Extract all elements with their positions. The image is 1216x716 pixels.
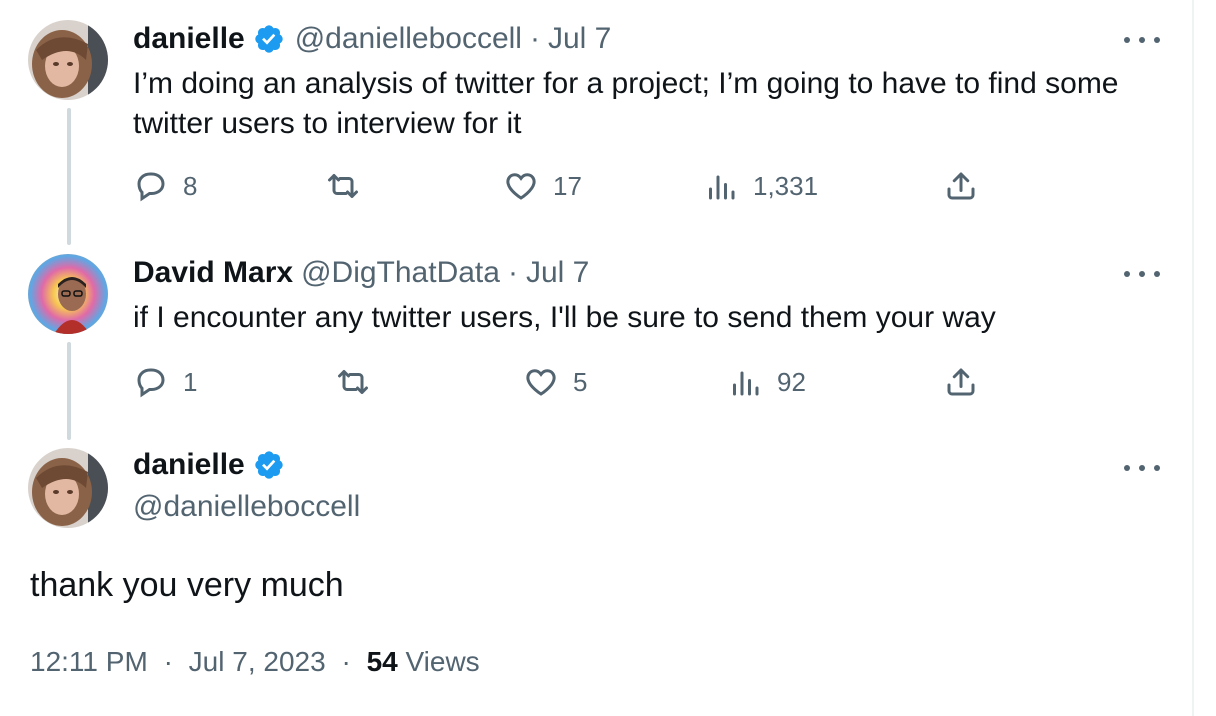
share-button[interactable] xyxy=(943,364,979,400)
retweet-button[interactable] xyxy=(325,168,361,204)
tweet-text: if I encounter any twitter users, I'll b… xyxy=(133,301,996,334)
tweet-meta: 12:11 PM · Jul 7, 2023 · 54 Views xyxy=(30,646,480,678)
main-tweet-header: danielle xyxy=(133,448,295,482)
tweet1-header: danielle @danielleboccell · Jul 7 xyxy=(133,22,611,56)
tweet-text: I’m doing an analysis of twitter for a p… xyxy=(133,67,1119,140)
like-icon xyxy=(526,369,556,396)
verified-badge-icon[interactable] xyxy=(253,23,285,55)
display-name[interactable]: David Marx xyxy=(133,256,293,290)
tweet-time[interactable]: 12:11 PM xyxy=(30,646,148,677)
views-icon xyxy=(709,175,735,200)
views-count: 54 xyxy=(366,646,398,677)
views-icon xyxy=(733,371,759,396)
share-button[interactable] xyxy=(943,168,979,204)
retweet-icon xyxy=(328,174,358,198)
thread-line xyxy=(67,342,71,440)
column-border xyxy=(1192,0,1194,716)
avatar-image xyxy=(28,254,108,334)
reply-icon xyxy=(137,368,165,398)
more-icon[interactable] xyxy=(1124,30,1160,50)
reply-button[interactable]: 1 xyxy=(133,364,197,400)
avatar-image xyxy=(28,20,108,100)
display-name[interactable]: danielle xyxy=(133,22,245,56)
tweet2-header: David Marx @DigThatData · Jul 7 xyxy=(133,256,589,290)
thread-line xyxy=(67,108,71,245)
avatar-david-marx[interactable] xyxy=(28,254,108,334)
retweet-icon xyxy=(338,370,368,394)
views-label: Views xyxy=(405,646,480,677)
separator: · xyxy=(507,256,518,289)
handle[interactable]: @danielleboccell xyxy=(133,490,360,524)
separator: · xyxy=(341,646,351,677)
like-count: 17 xyxy=(553,170,582,201)
reply-count: 8 xyxy=(183,170,198,201)
views-button[interactable]: 92 xyxy=(727,364,806,400)
like-icon xyxy=(506,173,536,200)
like-button[interactable]: 5 xyxy=(523,364,587,400)
share-icon xyxy=(947,368,975,396)
retweet-button[interactable] xyxy=(335,364,371,400)
timestamp[interactable]: Jul 7 xyxy=(526,256,589,290)
tweet-date[interactable]: Jul 7, 2023 xyxy=(189,646,326,677)
avatar-danielle[interactable] xyxy=(28,20,108,100)
separator: · xyxy=(529,22,540,55)
more-icon[interactable] xyxy=(1124,458,1160,478)
like-button[interactable]: 17 xyxy=(503,168,582,204)
handle[interactable]: @DigThatData xyxy=(301,256,500,290)
verified-badge-icon[interactable] xyxy=(253,449,285,481)
views-button[interactable]: 1,331 xyxy=(703,168,818,204)
reply-button[interactable]: 8 xyxy=(133,168,197,204)
reply-icon xyxy=(137,172,165,202)
more-icon[interactable] xyxy=(1124,264,1160,284)
separator: · xyxy=(163,646,173,677)
timestamp[interactable]: Jul 7 xyxy=(548,22,611,56)
share-icon xyxy=(947,172,975,200)
avatar-danielle[interactable] xyxy=(28,448,108,528)
like-count: 5 xyxy=(573,366,588,397)
view-count: 1,331 xyxy=(753,170,819,201)
handle[interactable]: @danielleboccell xyxy=(295,22,522,56)
display-name[interactable]: danielle xyxy=(133,448,245,482)
reply-count: 1 xyxy=(183,366,198,397)
tweet-text: thank you very much xyxy=(30,566,344,604)
view-count: 92 xyxy=(777,366,806,397)
avatar-image xyxy=(28,448,108,528)
